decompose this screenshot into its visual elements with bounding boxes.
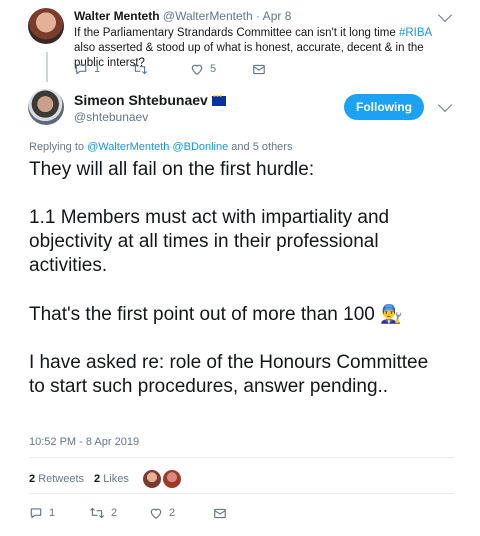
retweet-icon xyxy=(90,507,104,519)
tweet-text: They will all fail on the first hurdle: … xyxy=(29,158,449,399)
divider xyxy=(29,493,454,494)
tweet-paragraph: That's the first point out of more than … xyxy=(29,304,403,325)
replying-to-links[interactable]: @WalterMenteth @BDonline xyxy=(87,141,228,153)
retweet-count: 2 xyxy=(111,507,118,519)
tweet-stats: 2 Retweets 2 Likes xyxy=(29,470,181,488)
avatar[interactable] xyxy=(28,8,64,44)
like-count: 5 xyxy=(210,63,217,75)
reply-tweet[interactable]: Walter Menteth @WalterMenteth · Apr 8 If… xyxy=(0,0,480,86)
divider xyxy=(29,457,454,458)
liker-avatar[interactable] xyxy=(162,470,181,488)
likers-avatars xyxy=(142,470,181,488)
envelope-icon xyxy=(214,508,226,518)
reply-author-name[interactable]: Walter Menteth xyxy=(74,9,160,23)
heart-icon xyxy=(150,508,162,519)
dm-button[interactable] xyxy=(213,507,227,520)
retweet-button[interactable]: 2 xyxy=(89,506,149,520)
tweet-paragraph: 1.1 Members must act with impartiality a… xyxy=(29,207,390,276)
tweet-paragraph: They will all fail on the first hurdle: xyxy=(29,159,315,180)
eu-flag-icon xyxy=(211,91,226,106)
like-button[interactable]: 2 xyxy=(149,506,213,520)
retweet-button[interactable] xyxy=(132,62,190,76)
thread-line xyxy=(46,52,48,82)
reply-count: 1 xyxy=(94,63,101,75)
reply-icon xyxy=(30,508,42,519)
replying-to: Replying to @WalterMenteth @BDonline and… xyxy=(29,141,293,153)
reply-date[interactable]: · Apr 8 xyxy=(256,9,291,23)
avatar[interactable] xyxy=(28,89,64,125)
reply-count: 1 xyxy=(49,507,56,519)
like-button[interactable]: 5 xyxy=(190,62,252,76)
likes-stat[interactable]: 2 Likes xyxy=(94,473,129,485)
tweet-paragraph: I have asked re: role of the Honours Com… xyxy=(29,352,429,397)
timestamp[interactable]: 10:52 PM - 8 Apr 2019 xyxy=(29,436,139,448)
liker-avatar[interactable] xyxy=(142,470,161,488)
hashtag-link[interactable]: #RIBA xyxy=(399,27,432,39)
heart-icon xyxy=(191,64,203,75)
author-handle[interactable]: @shtebunaev xyxy=(74,110,148,124)
reply-icon xyxy=(75,64,87,75)
reply-author-handle[interactable]: @WalterMenteth xyxy=(163,9,253,23)
envelope-icon xyxy=(253,64,265,74)
chevron-down-icon[interactable] xyxy=(437,7,453,23)
reply-button[interactable]: 1 xyxy=(29,506,89,520)
retweet-icon xyxy=(133,63,147,75)
following-button[interactable]: Following xyxy=(344,94,424,120)
author-name[interactable]: Simeon Shtebunaev xyxy=(74,91,226,108)
mechanic-emoji: 👨‍🔧 xyxy=(380,304,403,324)
reply-actions: 1 5 xyxy=(74,62,266,76)
reply-author[interactable]: Walter Menteth @WalterMenteth · Apr 8 xyxy=(74,9,291,23)
retweets-stat[interactable]: 2 Retweets xyxy=(29,473,84,485)
reply-button[interactable]: 1 xyxy=(74,62,132,76)
tweet-actions: 1 2 2 xyxy=(29,506,227,520)
dm-button[interactable] xyxy=(252,63,266,76)
chevron-down-icon[interactable] xyxy=(437,97,453,113)
like-count: 2 xyxy=(169,507,176,519)
